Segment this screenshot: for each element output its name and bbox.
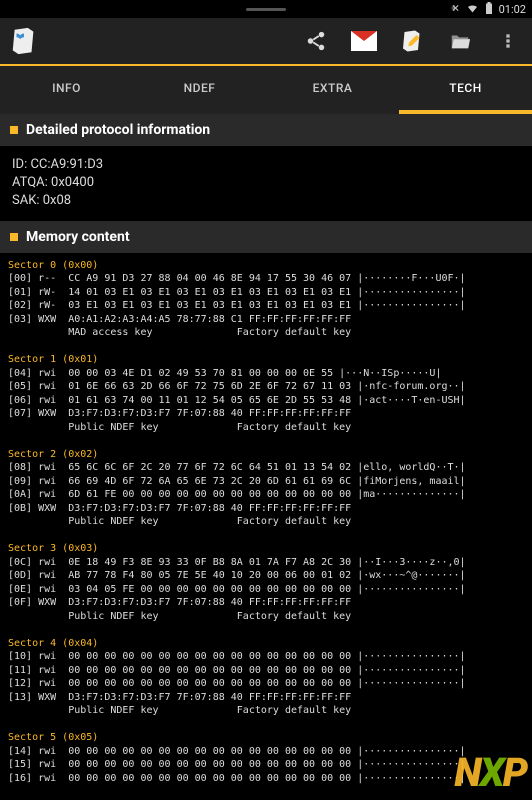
protocol-sak: SAK: 0x08	[12, 192, 520, 210]
tab-ndef[interactable]: NDEF	[133, 66, 266, 114]
sector-title: Sector 5 (0x05)	[8, 732, 98, 743]
tab-tech[interactable]: TECH	[399, 66, 532, 114]
overflow-button[interactable]	[484, 17, 532, 65]
protocol-info: ID: CC:A9:91:D3 ATQA: 0x0400 SAK: 0x08	[0, 146, 532, 221]
sector-title: Sector 4 (0x04)	[8, 638, 98, 649]
action-bar	[0, 18, 532, 66]
sector-title: Sector 3 (0x03)	[8, 543, 98, 554]
wifi-icon	[466, 2, 479, 17]
tab-bar: INFO NDEF EXTRA TECH	[0, 66, 532, 114]
edit-tag-button[interactable]	[388, 17, 436, 65]
gmail-button[interactable]	[340, 17, 388, 65]
status-handle	[246, 8, 286, 11]
mute-icon	[448, 2, 460, 17]
section-protocol-title: Detailed protocol information	[26, 122, 210, 138]
share-button[interactable]	[292, 17, 340, 65]
app-icon[interactable]	[0, 17, 48, 65]
bullet-icon	[10, 233, 18, 241]
open-folder-button[interactable]	[436, 17, 484, 65]
sector-title: Sector 0 (0x00)	[8, 260, 98, 271]
memory-dump: Sector 0 (0x00) [00] r-- CC A9 91 D3 27 …	[0, 253, 532, 792]
section-memory-title: Memory content	[26, 229, 130, 245]
clock: 01:02	[499, 3, 526, 16]
tab-extra[interactable]: EXTRA	[266, 66, 399, 114]
battery-icon	[485, 2, 493, 17]
protocol-id: ID: CC:A9:91:D3	[12, 156, 520, 174]
tab-info[interactable]: INFO	[0, 66, 133, 114]
status-bar: 01:02	[0, 0, 532, 18]
gmail-icon	[351, 31, 377, 51]
protocol-atqa: ATQA: 0x0400	[12, 174, 520, 192]
bullet-icon	[10, 126, 18, 134]
sector-title: Sector 2 (0x02)	[8, 449, 98, 460]
section-protocol-header: Detailed protocol information	[0, 114, 532, 146]
sector-title: Sector 1 (0x01)	[8, 354, 98, 365]
section-memory-header: Memory content	[0, 221, 532, 253]
